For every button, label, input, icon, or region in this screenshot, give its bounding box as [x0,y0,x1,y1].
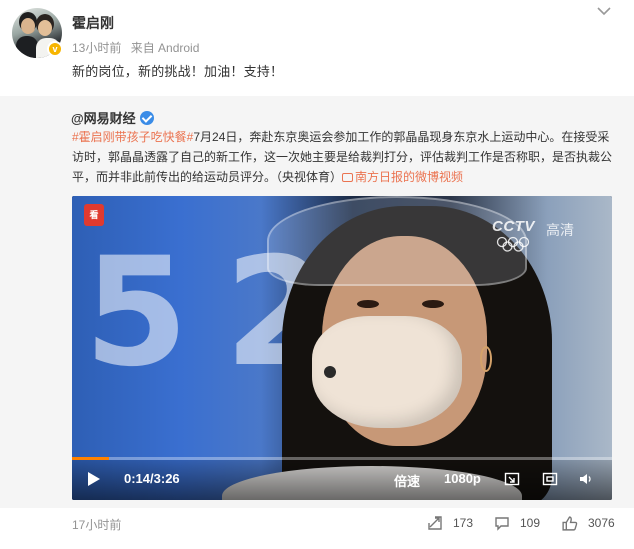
volume-icon[interactable] [578,471,594,487]
video-subject-eye [357,300,379,308]
verified-gold-badge-icon: v [47,41,63,57]
like-count: 3076 [588,516,615,530]
comment-icon [495,517,509,531]
picture-in-picture-icon[interactable] [504,471,520,487]
olympic-rings-icon [496,236,530,252]
post-time[interactable]: 13小时前 [72,41,121,55]
app-logo-icon: 看 [84,204,104,226]
resolution-button[interactable]: 1080p [444,471,481,486]
cctv-watermark: CCTV [492,218,535,235]
video-player[interactable]: 5 20 看 CCTV 高清 0:14/3:26 倍速 1080p [72,196,612,500]
chevron-down-icon[interactable] [596,5,612,17]
face-shield [267,196,527,286]
repost-count: 173 [453,516,474,530]
author-name[interactable]: 霍启刚 [72,13,114,33]
footer-time: 17小时前 [72,518,122,532]
verified-blue-icon [139,110,154,125]
earring [480,346,492,372]
video-link[interactable]: 南方日报的微博视频 [342,170,463,184]
comment-button[interactable]: 109 [494,512,540,534]
video-subject-eye [422,300,444,308]
post-text: 新的岗位，新的挑战！加油！支持！ [72,64,284,79]
play-icon[interactable] [88,472,100,486]
repost-icon [428,516,442,530]
speed-button[interactable]: 倍速 [394,471,420,490]
video-time: 0:14/3:26 [124,471,180,486]
post-meta: 13小时前 来自 Android [72,39,199,56]
weibo-post-card: v 霍启刚 13小时前 来自 Android 新的岗位，新的挑战！加油！支持！ … [0,0,634,549]
repost-block[interactable]: @网易财经 #霍启刚带孩子吃快餐#7月24日，奔赴东京奥运会参加工作的郭晶晶现身… [0,96,634,508]
original-text: #霍启刚带孩子吃快餐#7月24日，奔赴东京奥运会参加工作的郭晶晶现身东京水上运动… [72,127,617,187]
mask-valve [324,366,336,378]
thumbs-up-icon [562,515,578,531]
post-source: 来自 Android [130,41,200,55]
video-link-icon [342,173,354,182]
like-button[interactable]: 3076 [561,512,615,534]
video-controls: 0:14/3:26 倍速 1080p [72,460,612,500]
repost-button[interactable]: 173 [427,512,473,534]
original-author-name[interactable]: @网易财经 [71,108,136,127]
video-link-label[interactable]: 南方日报的微博视频 [355,170,463,184]
fullscreen-window-icon[interactable] [542,471,558,487]
original-author[interactable]: @网易财经 [71,108,154,127]
hashtag-link[interactable]: #霍启刚带孩子吃快餐# [72,130,193,144]
quality-watermark: 高清 [546,222,574,238]
comment-count: 109 [520,516,541,530]
